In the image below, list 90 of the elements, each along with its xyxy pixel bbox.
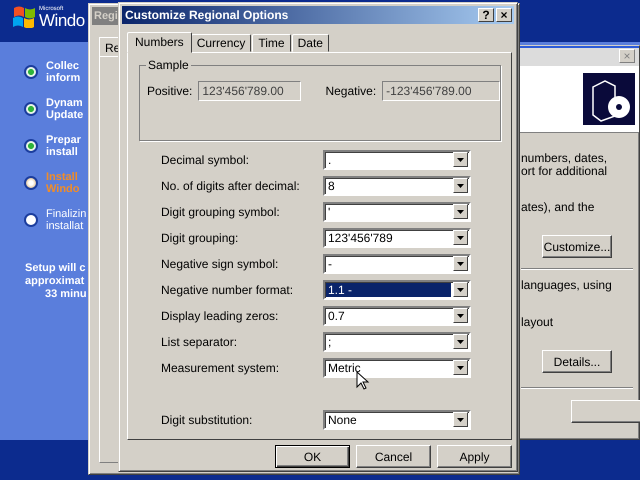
step-label: Finalizin installat xyxy=(46,208,86,232)
dropdown-value: None xyxy=(327,412,358,427)
window-button[interactable] xyxy=(571,400,640,423)
step-label: Dynam Update xyxy=(46,97,84,121)
dropdown-field[interactable]: - xyxy=(323,254,471,274)
dropdown-arrow-button[interactable] xyxy=(453,308,468,324)
description-text: ort for additional xyxy=(521,165,608,178)
dropdown-field[interactable]: None xyxy=(323,410,471,430)
setting-label: Display leading zeros: xyxy=(161,308,278,325)
dropdown-arrow-button[interactable] xyxy=(453,204,468,220)
caret-icon xyxy=(457,184,464,188)
group-title: Sample xyxy=(146,58,191,72)
step-status-icon xyxy=(24,65,38,79)
mouse-cursor-icon xyxy=(356,371,370,391)
step-label: Collec inform xyxy=(46,60,80,84)
dialog-button[interactable]: Cancel xyxy=(356,445,431,468)
caret-icon xyxy=(457,288,464,292)
description-text: languages, using xyxy=(521,279,613,292)
sample-field: 123'456'789.00 xyxy=(198,80,302,101)
setting-label: Digit grouping symbol: xyxy=(161,204,280,221)
dropdown-arrow-button[interactable] xyxy=(453,230,468,246)
window-title: Customize Regional Options xyxy=(125,8,290,22)
customize-button[interactable]: Customize... xyxy=(542,235,612,258)
setting-label: Measurement system: xyxy=(161,360,280,377)
step-status-icon xyxy=(24,102,38,116)
dropdown-field[interactable]: 0.7 xyxy=(323,306,471,326)
dropdown-field[interactable]: . xyxy=(323,150,471,170)
dropdown-value: 8 xyxy=(327,178,336,193)
dropdown-arrow-button[interactable] xyxy=(453,282,468,298)
dropdown-field[interactable]: ' xyxy=(323,202,471,222)
dropdown-value: . xyxy=(327,152,332,167)
sample-field: -123'456'789.00 xyxy=(382,80,500,101)
tab[interactable]: Numbers xyxy=(127,32,192,53)
setting-label: No. of digits after decimal: xyxy=(161,178,300,195)
caret-icon xyxy=(457,418,464,422)
setting-label: List separator: xyxy=(161,334,238,351)
field-label: Negative: xyxy=(325,82,376,100)
caret-icon xyxy=(457,236,464,240)
setting-label: Negative number format: xyxy=(161,282,294,299)
dropdown-field[interactable]: 123'456'789 xyxy=(323,228,471,248)
step-label: Prepar install xyxy=(46,134,81,158)
dropdown-field[interactable]: ; xyxy=(323,332,471,352)
close-button[interactable]: × xyxy=(496,8,512,22)
time-estimate-text: Setup will c xyxy=(25,262,87,275)
dropdown-field[interactable]: 1.1 - xyxy=(323,280,471,300)
step-status-icon xyxy=(24,213,38,227)
details-button[interactable]: Details... xyxy=(542,350,612,373)
setting-label: Digit substitution: xyxy=(161,412,252,429)
dropdown-value: Metric xyxy=(327,360,362,375)
caret-icon xyxy=(457,158,464,162)
description-text: layout xyxy=(521,316,554,329)
dropdown-value: - xyxy=(327,256,333,271)
setting-label: Negative sign symbol: xyxy=(161,256,278,273)
dropdown-arrow-button[interactable] xyxy=(453,152,468,168)
dropdown-arrow-button[interactable] xyxy=(453,178,468,194)
dropdown-field[interactable]: Metric xyxy=(323,358,471,378)
dropdown-arrow-button[interactable] xyxy=(453,256,468,272)
caret-icon xyxy=(457,262,464,266)
step-status-icon xyxy=(24,176,38,190)
description-text: ates), and the xyxy=(521,201,596,214)
caret-icon xyxy=(457,340,464,344)
step-status-icon xyxy=(24,139,38,153)
time-estimate-text: 33 minu xyxy=(44,288,87,301)
caret-icon xyxy=(457,366,464,370)
step-label: Install Windo xyxy=(46,171,80,195)
setting-label: Decimal symbol: xyxy=(161,152,250,169)
dropdown-value: 0.7 xyxy=(327,308,346,323)
tab[interactable]: Currency xyxy=(190,34,252,52)
dialog-button[interactable]: OK xyxy=(275,445,350,468)
setting-label: Digit grouping: xyxy=(161,230,238,247)
dropdown-value: ' xyxy=(327,204,332,219)
dropdown-arrow-button[interactable] xyxy=(453,360,468,376)
caret-icon xyxy=(457,314,464,318)
dropdown-value: 123'456'789 xyxy=(327,230,394,245)
time-estimate-text: approximat xyxy=(25,275,86,288)
dialog-button[interactable]: Apply xyxy=(437,445,512,468)
dropdown-field[interactable]: 8 xyxy=(323,176,471,196)
dropdown-arrow-button[interactable] xyxy=(453,334,468,350)
logo-text: Windo xyxy=(39,12,85,30)
dropdown-value: 1.1 - xyxy=(326,282,451,297)
dropdown-value: ; xyxy=(327,334,332,349)
help-button[interactable]: ? xyxy=(478,8,494,22)
tab[interactable]: Time xyxy=(252,34,291,52)
tab[interactable]: Date xyxy=(292,34,329,52)
description-text: numbers, dates, xyxy=(521,152,608,165)
windows-flag-icon xyxy=(12,4,36,28)
dropdown-arrow-button[interactable] xyxy=(453,412,468,428)
caret-icon xyxy=(457,210,464,214)
field-label: Positive: xyxy=(147,82,192,100)
software-box-icon xyxy=(583,73,635,125)
